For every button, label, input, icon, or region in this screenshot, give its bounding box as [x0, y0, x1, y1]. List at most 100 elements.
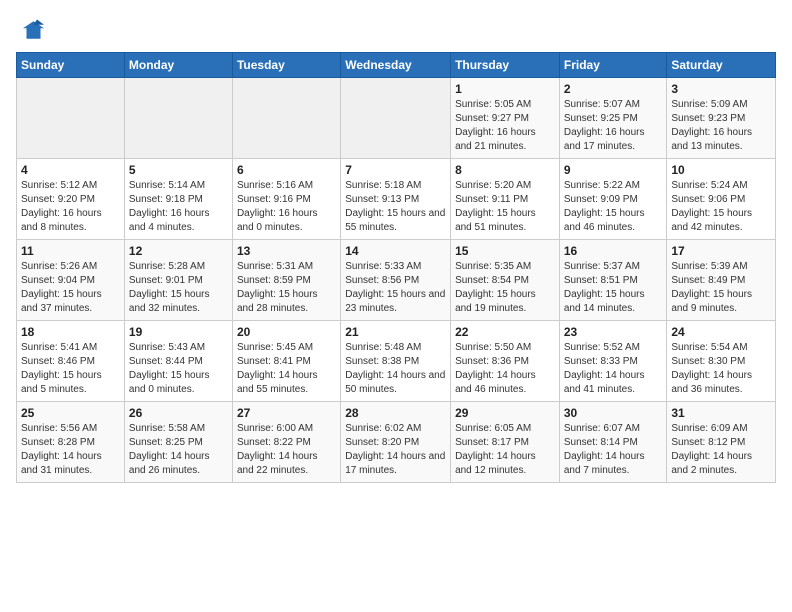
day-number: 16 — [564, 244, 663, 258]
week-row-4: 18Sunrise: 5:41 AM Sunset: 8:46 PM Dayli… — [17, 321, 776, 402]
day-info: Sunrise: 5:31 AM Sunset: 8:59 PM Dayligh… — [237, 260, 336, 316]
day-info: Sunrise: 5:37 AM Sunset: 8:51 PM Dayligh… — [564, 260, 663, 316]
day-cell: 15 Sunrise: 5:35 AM Sunset: 8:54 PM Dayli… — [451, 240, 560, 321]
day-info: Sunrise: 6:02 AM Sunset: 8:20 PM Dayligh… — [345, 422, 446, 478]
day-number: 24 — [671, 325, 771, 339]
calendar-header: SundayMondayTuesdayWednesdayThursdayFrid… — [17, 53, 776, 78]
week-row-3: 11Sunrise: 5:26 AM Sunset: 9:04 PM Dayli… — [17, 240, 776, 321]
header-cell-sunday: Sunday — [17, 53, 125, 78]
calendar-body: 1 Sunrise: 5:05 AM Sunset: 9:27 PM Daylig… — [17, 78, 776, 483]
day-info: Sunrise: 5:16 AM Sunset: 9:16 PM Dayligh… — [237, 179, 336, 235]
day-cell: 18Sunrise: 5:41 AM Sunset: 8:46 PM Dayli… — [17, 321, 125, 402]
day-cell: 12 Sunrise: 5:28 AM Sunset: 9:01 PM Dayli… — [124, 240, 232, 321]
day-cell: 31 Sunrise: 6:09 AM Sunset: 8:12 PM Dayli… — [667, 402, 776, 483]
day-number: 26 — [129, 406, 228, 420]
day-cell: 10 Sunrise: 5:24 AM Sunset: 9:06 PM Dayli… — [667, 159, 776, 240]
day-number: 2 — [564, 82, 663, 96]
day-info: Sunrise: 5:28 AM Sunset: 9:01 PM Dayligh… — [129, 260, 228, 316]
day-info: Sunrise: 5:50 AM Sunset: 8:36 PM Dayligh… — [455, 341, 555, 397]
day-info: Sunrise: 5:45 AM Sunset: 8:41 PM Dayligh… — [237, 341, 336, 397]
day-cell: 20 Sunrise: 5:45 AM Sunset: 8:41 PM Dayli… — [232, 321, 340, 402]
day-cell: 6 Sunrise: 5:16 AM Sunset: 9:16 PM Daylig… — [232, 159, 340, 240]
day-number: 28 — [345, 406, 446, 420]
day-info: Sunrise: 5:12 AM Sunset: 9:20 PM Dayligh… — [21, 179, 120, 235]
day-number: 19 — [129, 325, 228, 339]
day-number: 13 — [237, 244, 336, 258]
day-number: 10 — [671, 163, 771, 177]
day-info: Sunrise: 5:07 AM Sunset: 9:25 PM Dayligh… — [564, 98, 663, 154]
day-info: Sunrise: 6:09 AM Sunset: 8:12 PM Dayligh… — [671, 422, 771, 478]
page-header — [16, 16, 776, 44]
day-info: Sunrise: 5:43 AM Sunset: 8:44 PM Dayligh… — [129, 341, 228, 397]
day-cell: 2 Sunrise: 5:07 AM Sunset: 9:25 PM Daylig… — [559, 78, 667, 159]
day-cell: 26 Sunrise: 5:58 AM Sunset: 8:25 PM Dayli… — [124, 402, 232, 483]
day-info: Sunrise: 5:05 AM Sunset: 9:27 PM Dayligh… — [455, 98, 555, 154]
day-cell: 27 Sunrise: 6:00 AM Sunset: 8:22 PM Dayli… — [232, 402, 340, 483]
day-number: 4 — [21, 163, 120, 177]
day-cell: 23 Sunrise: 5:52 AM Sunset: 8:33 PM Dayli… — [559, 321, 667, 402]
day-number: 8 — [455, 163, 555, 177]
day-info: Sunrise: 5:14 AM Sunset: 9:18 PM Dayligh… — [129, 179, 228, 235]
week-row-1: 1 Sunrise: 5:05 AM Sunset: 9:27 PM Daylig… — [17, 78, 776, 159]
day-info: Sunrise: 5:58 AM Sunset: 8:25 PM Dayligh… — [129, 422, 228, 478]
day-cell: 30Sunrise: 6:07 AM Sunset: 8:14 PM Dayli… — [559, 402, 667, 483]
header-cell-saturday: Saturday — [667, 53, 776, 78]
day-info: Sunrise: 5:09 AM Sunset: 9:23 PM Dayligh… — [671, 98, 771, 154]
day-number: 18 — [21, 325, 120, 339]
day-info: Sunrise: 5:35 AM Sunset: 8:54 PM Dayligh… — [455, 260, 555, 316]
day-cell — [124, 78, 232, 159]
day-cell: 7 Sunrise: 5:18 AM Sunset: 9:13 PM Daylig… — [341, 159, 451, 240]
day-cell: 5Sunrise: 5:14 AM Sunset: 9:18 PM Daylig… — [124, 159, 232, 240]
day-cell: 22 Sunrise: 5:50 AM Sunset: 8:36 PM Dayli… — [451, 321, 560, 402]
day-cell: 1 Sunrise: 5:05 AM Sunset: 9:27 PM Daylig… — [451, 78, 560, 159]
day-info: Sunrise: 5:24 AM Sunset: 9:06 PM Dayligh… — [671, 179, 771, 235]
day-number: 25 — [21, 406, 120, 420]
day-number: 27 — [237, 406, 336, 420]
day-number: 30 — [564, 406, 663, 420]
day-info: Sunrise: 5:18 AM Sunset: 9:13 PM Dayligh… — [345, 179, 446, 235]
day-info: Sunrise: 5:26 AM Sunset: 9:04 PM Dayligh… — [21, 260, 120, 316]
day-cell: 16 Sunrise: 5:37 AM Sunset: 8:51 PM Dayli… — [559, 240, 667, 321]
day-number: 31 — [671, 406, 771, 420]
day-number: 29 — [455, 406, 555, 420]
day-info: Sunrise: 6:05 AM Sunset: 8:17 PM Dayligh… — [455, 422, 555, 478]
week-row-5: 25Sunrise: 5:56 AM Sunset: 8:28 PM Dayli… — [17, 402, 776, 483]
day-info: Sunrise: 5:54 AM Sunset: 8:30 PM Dayligh… — [671, 341, 771, 397]
day-number: 22 — [455, 325, 555, 339]
logo — [16, 16, 48, 44]
day-cell — [341, 78, 451, 159]
day-cell: 8Sunrise: 5:20 AM Sunset: 9:11 PM Daylig… — [451, 159, 560, 240]
header-cell-tuesday: Tuesday — [232, 53, 340, 78]
day-cell — [232, 78, 340, 159]
day-cell: 11Sunrise: 5:26 AM Sunset: 9:04 PM Dayli… — [17, 240, 125, 321]
day-number: 9 — [564, 163, 663, 177]
day-cell: 28 Sunrise: 6:02 AM Sunset: 8:20 PM Dayli… — [341, 402, 451, 483]
day-cell: 24 Sunrise: 5:54 AM Sunset: 8:30 PM Dayli… — [667, 321, 776, 402]
header-cell-friday: Friday — [559, 53, 667, 78]
day-cell: 13 Sunrise: 5:31 AM Sunset: 8:59 PM Dayli… — [232, 240, 340, 321]
day-number: 14 — [345, 244, 446, 258]
day-number: 20 — [237, 325, 336, 339]
day-number: 12 — [129, 244, 228, 258]
day-info: Sunrise: 6:00 AM Sunset: 8:22 PM Dayligh… — [237, 422, 336, 478]
day-number: 3 — [671, 82, 771, 96]
day-info: Sunrise: 5:52 AM Sunset: 8:33 PM Dayligh… — [564, 341, 663, 397]
day-cell: 4 Sunrise: 5:12 AM Sunset: 9:20 PM Daylig… — [17, 159, 125, 240]
calendar-table: SundayMondayTuesdayWednesdayThursdayFrid… — [16, 52, 776, 483]
day-number: 6 — [237, 163, 336, 177]
day-cell: 9 Sunrise: 5:22 AM Sunset: 9:09 PM Daylig… — [559, 159, 667, 240]
day-number: 7 — [345, 163, 446, 177]
day-info: Sunrise: 5:22 AM Sunset: 9:09 PM Dayligh… — [564, 179, 663, 235]
day-number: 15 — [455, 244, 555, 258]
week-row-2: 4 Sunrise: 5:12 AM Sunset: 9:20 PM Daylig… — [17, 159, 776, 240]
day-info: Sunrise: 5:33 AM Sunset: 8:56 PM Dayligh… — [345, 260, 446, 316]
header-cell-thursday: Thursday — [451, 53, 560, 78]
day-info: Sunrise: 5:39 AM Sunset: 8:49 PM Dayligh… — [671, 260, 771, 316]
day-cell: 21Sunrise: 5:48 AM Sunset: 8:38 PM Dayli… — [341, 321, 451, 402]
day-number: 1 — [455, 82, 555, 96]
day-cell: 25Sunrise: 5:56 AM Sunset: 8:28 PM Dayli… — [17, 402, 125, 483]
day-cell: 19 Sunrise: 5:43 AM Sunset: 8:44 PM Dayli… — [124, 321, 232, 402]
day-info: Sunrise: 5:48 AM Sunset: 8:38 PM Dayligh… — [345, 341, 446, 397]
header-cell-wednesday: Wednesday — [341, 53, 451, 78]
day-number: 23 — [564, 325, 663, 339]
